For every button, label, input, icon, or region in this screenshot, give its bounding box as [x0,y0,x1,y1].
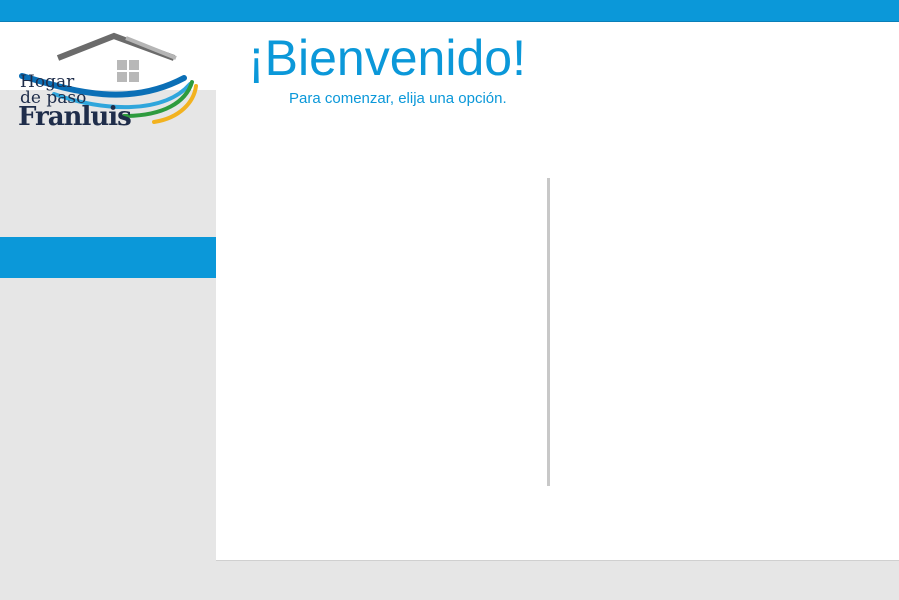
top-bar [0,0,899,22]
sidebar [0,90,216,600]
welcome-title: ¡Bienvenido! [248,30,526,86]
logo-text-line3: Franluis [18,102,132,132]
vertical-divider [547,178,550,486]
footer-bar [216,560,899,600]
sidebar-selected-item[interactable] [0,237,216,278]
logo: Hogar de paso Franluis [14,30,204,130]
welcome-subtitle: Para comenzar, elija una opción. [289,90,507,107]
